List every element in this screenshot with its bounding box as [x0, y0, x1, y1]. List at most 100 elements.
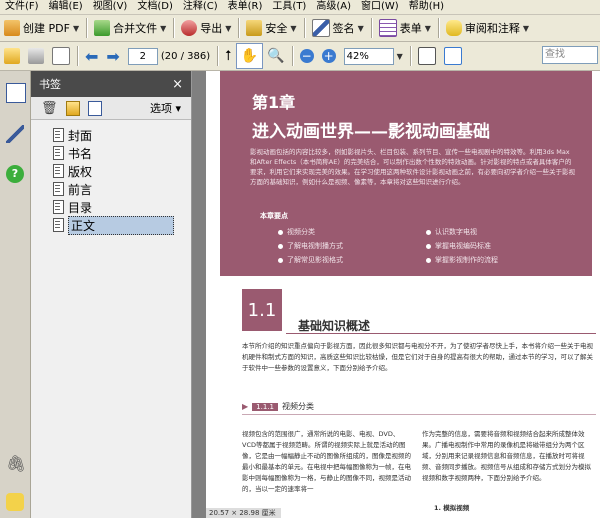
export-icon — [181, 20, 198, 36]
fit-width-button[interactable] — [440, 44, 466, 68]
toolbar-separator — [291, 46, 293, 66]
bookmark-page-icon — [53, 146, 64, 160]
subsection-divider — [242, 414, 596, 415]
secure-button[interactable]: 安全 ▼ — [242, 16, 300, 40]
create-pdf-button[interactable]: 创建 PDF ▼ — [0, 16, 83, 40]
comments-icon[interactable] — [6, 493, 24, 511]
toolbar-separator — [217, 46, 219, 66]
document-view[interactable]: 第1章 进入动画世界——影视动画基础 影视动画包括的内容比较多，例如影视片头、栏… — [192, 71, 600, 518]
column-right-text: 作为完整的信息，需要将音频和视频结合起来所成整体效果。广播电视制作中常用的录像机… — [422, 430, 591, 482]
chapter-number: 第1章 — [252, 93, 296, 112]
search-input[interactable]: 查找 — [542, 46, 598, 64]
fit-page-button[interactable] — [414, 44, 440, 68]
email-button[interactable] — [48, 44, 74, 68]
toolbar-separator — [238, 18, 240, 38]
zoom-out-button[interactable]: − — [296, 44, 318, 68]
menu-comments[interactable]: 注释(C) — [178, 0, 223, 14]
key-point: 了解常见影视格式 — [278, 255, 343, 265]
bookmark-page-icon — [53, 200, 64, 214]
chapter-banner: 第1章 进入动画世界——影视动画基础 影视动画包括的内容比较多，例如影视片头、栏… — [220, 71, 592, 276]
menu-file[interactable]: 文件(F) — [0, 0, 44, 14]
menu-advanced[interactable]: 高级(A) — [311, 0, 356, 14]
toolbar-separator — [303, 18, 305, 38]
expand-bookmark-icon[interactable] — [87, 100, 102, 116]
delete-bookmark-icon[interactable]: 🗑 — [41, 101, 58, 116]
attachments-icon[interactable]: 🖇 — [6, 454, 26, 473]
key-point: 视频分类 — [278, 227, 315, 237]
bookmarks-tab-icon[interactable] — [6, 83, 26, 103]
key-point: 掌握电视编码标准 — [426, 241, 491, 251]
previous-page-button[interactable]: ⬅ — [81, 44, 102, 68]
key-points-heading: 本章要点 — [260, 212, 288, 220]
bookmark-item[interactable]: 目录 — [53, 198, 191, 216]
help-icon[interactable]: ? — [6, 165, 24, 183]
menu-window[interactable]: 窗口(W) — [356, 0, 404, 14]
review-comment-button[interactable]: 审阅和注释 ▼ — [442, 16, 533, 40]
section-title: 基础知识概述 — [298, 319, 371, 333]
select-tool-button[interactable]: ⭡ — [221, 44, 236, 68]
cursor-icon: ⭡ — [225, 48, 232, 64]
fit-page-icon — [417, 47, 436, 65]
panel-header: 书签 × — [31, 71, 191, 97]
menu-tools[interactable]: 工具(T) — [267, 0, 311, 14]
chevron-down-icon: ▼ — [357, 23, 364, 33]
section-divider — [286, 333, 596, 334]
bookmark-item[interactable]: 前言 — [53, 180, 191, 198]
section-number: 1.1 — [242, 289, 282, 331]
chevron-down-icon: ▼ — [424, 23, 431, 33]
zoom-level-select[interactable]: 42% — [343, 47, 394, 65]
toolbar-separator — [77, 46, 78, 66]
page-size-status: 20.57 × 28.98 厘米 — [206, 508, 281, 518]
menu-document[interactable]: 文档(D) — [132, 0, 178, 14]
envelope-icon — [52, 47, 70, 65]
bookmark-item[interactable]: 封面 — [53, 126, 191, 144]
toolbar-separator — [437, 18, 439, 38]
chevron-down-icon: ▼ — [522, 23, 530, 33]
fit-width-icon — [443, 47, 462, 65]
bookmark-item[interactable]: 版权 — [53, 162, 191, 180]
menu-help[interactable]: 帮助(H) — [404, 0, 449, 14]
menu-edit[interactable]: 编辑(E) — [44, 0, 88, 14]
open-button[interactable] — [0, 44, 24, 68]
chevron-down-icon[interactable]: ▼ — [397, 52, 403, 61]
panel-title: 书签 — [39, 78, 61, 91]
column-right-item: 1. 模拟视频 — [434, 504, 470, 512]
page-count: (20 / 386) — [160, 50, 211, 62]
key-point: 认识数字电视 — [426, 227, 477, 237]
chevron-down-icon: ▼ — [290, 23, 297, 33]
merge-files-button[interactable]: 合并文件 ▼ — [90, 16, 170, 40]
bookmark-item-selected[interactable]: 正文 — [53, 215, 191, 235]
hand-tool-button[interactable]: ✋ — [235, 43, 264, 69]
next-page-button[interactable]: ➡ — [102, 44, 123, 68]
bookmark-page-icon — [53, 218, 64, 232]
navigation-toolbar: ⬅ ➡ 2 (20 / 386) ⭡ ✋ 🔍 − + 42% ▼ 查找 — [0, 42, 600, 71]
plus-circle-icon: + — [321, 49, 336, 63]
bookmarks-panel: 书签 × 🗑 选项 ▾ 封面 书名 版权 前言 目录 正文 — [31, 71, 192, 518]
close-icon[interactable]: × — [172, 77, 183, 92]
bookmark-page-icon — [53, 128, 64, 142]
folder-icon — [4, 48, 20, 64]
sign-button[interactable]: 签名 ▼ — [308, 16, 368, 40]
new-bookmark-icon[interactable] — [65, 100, 80, 116]
print-button[interactable] — [24, 44, 48, 68]
page-number-input[interactable]: 2 — [127, 47, 158, 65]
menu-forms[interactable]: 表单(R) — [223, 0, 268, 14]
zoom-in-button[interactable]: + — [318, 44, 340, 68]
signatures-tab-icon[interactable] — [6, 125, 24, 143]
document-page: 第1章 进入动画世界——影视动画基础 影视动画包括的内容比较多，例如影视片头、栏… — [206, 71, 600, 518]
forms-button[interactable]: 表单 ▼ — [375, 16, 435, 40]
subsection-number: 1.1.1 — [252, 402, 278, 411]
subsection-title: 视频分类 — [281, 402, 314, 411]
section-paragraph: 本节所介绍的知识重点偏向于影视方面，因此很多知识都与电视分不开，为了使初学者尽快… — [242, 342, 593, 372]
menu-view[interactable]: 视图(V) — [88, 0, 133, 14]
task-toolbar: 创建 PDF ▼ 合并文件 ▼ 导出 ▼ 安全 ▼ 签名 ▼ 表单 ▼ 审阅和注释 ▼ — [0, 15, 600, 42]
export-button[interactable]: 导出 ▼ — [177, 16, 235, 40]
marquee-zoom-button[interactable]: 🔍 — [263, 44, 288, 68]
forms-icon — [378, 19, 397, 37]
bookmark-page-icon — [53, 182, 64, 196]
chapter-title: 进入动画世界——影视动画基础 — [252, 122, 490, 142]
bookmark-item[interactable]: 书名 — [53, 144, 191, 162]
arrow-left-icon: ⬅ — [85, 46, 99, 66]
options-menu[interactable]: 选项 ▾ — [150, 100, 181, 116]
chevron-down-icon: ▼ — [160, 23, 167, 33]
